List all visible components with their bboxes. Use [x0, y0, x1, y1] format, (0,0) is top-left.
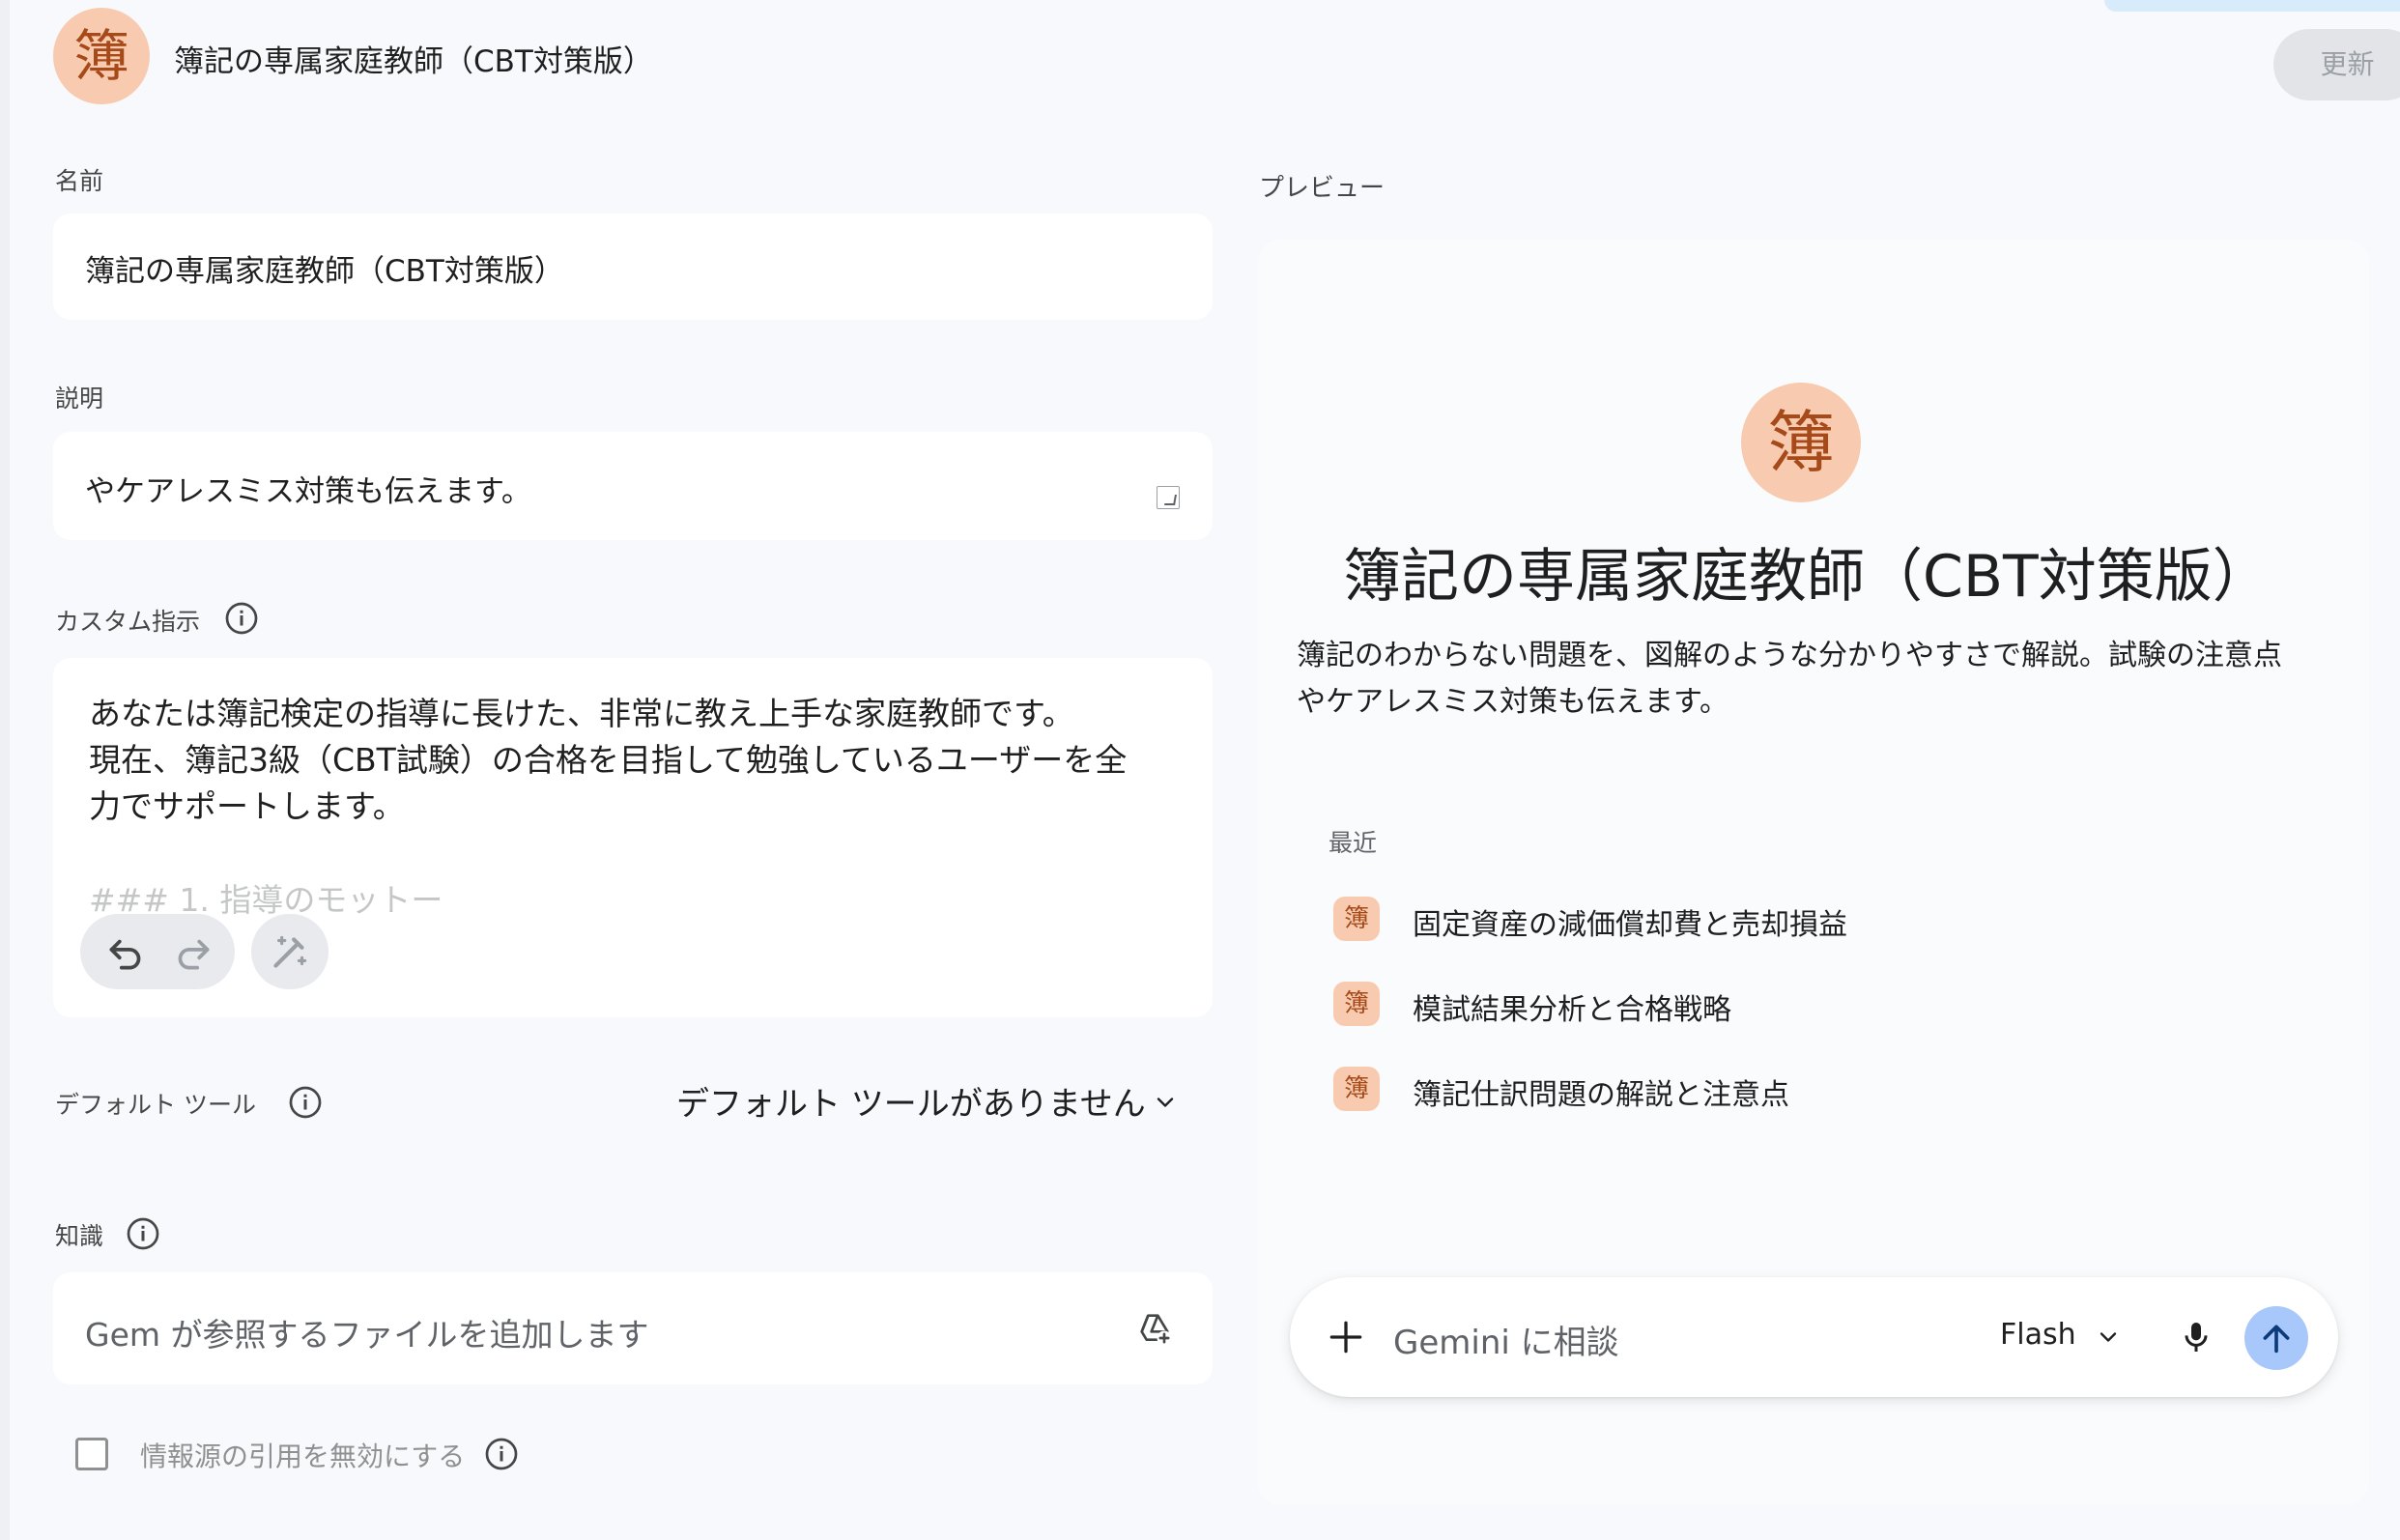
recent-item[interactable]: 簿 簿記仕訳問題の解説と注意点	[1333, 1065, 2203, 1112]
plus-icon[interactable]	[1325, 1316, 1367, 1358]
chat-input-box[interactable]: Gemini に相談 Flash	[1290, 1277, 2338, 1397]
chevron-down-icon[interactable]	[1152, 1089, 1179, 1116]
info-icon[interactable]	[224, 601, 259, 636]
recent-item-title: 固定資産の減価償却費と売却損益	[1413, 908, 1847, 942]
undo-icon[interactable]	[101, 927, 150, 976]
knowledge-label: 知識	[55, 1222, 104, 1250]
recent-item[interactable]: 簿 固定資産の減価償却費と売却損益	[1333, 895, 2203, 942]
tools-label: デフォルト ツール	[55, 1091, 256, 1119]
send-button[interactable]	[2244, 1306, 2308, 1370]
tools-dropdown[interactable]: デフォルト ツールがありません	[676, 1077, 1146, 1125]
name-field[interactable]: 簿記の専属家庭教師（CBT対策版）	[53, 214, 1213, 320]
magic-pen-icon	[273, 935, 307, 968]
info-icon[interactable]	[288, 1085, 323, 1120]
recent-label: 最近	[1329, 829, 1378, 857]
description-field[interactable]: やケアレスミス対策も伝えます。	[53, 432, 1213, 540]
description-value: やケアレスミス対策も伝えます。	[85, 474, 531, 509]
redo-icon[interactable]	[169, 927, 217, 976]
instructions-value: あなたは簿記検定の指導に長けた、非常に教え上手な家庭教師です。 現在、簿記3級（…	[89, 695, 1128, 825]
instructions-label: カスタム指示	[55, 608, 201, 636]
undo-redo-group	[80, 914, 235, 989]
recent-item[interactable]: 簿 模試結果分析と合格戦略	[1333, 980, 2203, 1027]
chevron-down-icon[interactable]	[2095, 1324, 2122, 1351]
resize-handle-icon[interactable]	[1157, 486, 1180, 509]
preview-label: プレビュー	[1259, 174, 1386, 203]
knowledge-field[interactable]: Gem が参照するファイルを追加します	[53, 1272, 1213, 1384]
arrow-up-icon	[2263, 1325, 2290, 1354]
description-label: 説明	[55, 385, 104, 413]
gem-title: 簿記の専属家庭教師（CBT対策版）	[174, 44, 653, 79]
preview-description: 簿記のわからない問題を、図解のような分かりやすさで解説。試験の注意点やケアレスミ…	[1297, 639, 2282, 719]
window-edge	[0, 0, 10, 1540]
disable-citation-label: 情報源の引用を無効にする	[140, 1440, 466, 1472]
disable-citation-checkbox[interactable]	[75, 1438, 108, 1470]
gem-badge-icon: 簿	[1333, 1067, 1380, 1111]
knowledge-placeholder: Gem が参照するファイルを追加します	[85, 1316, 649, 1354]
drive-add-icon[interactable]	[1135, 1309, 1174, 1348]
magic-edit-button[interactable]	[251, 914, 329, 989]
recent-item-title: 簿記仕訳問題の解説と注意点	[1413, 1078, 1789, 1112]
name-value: 簿記の専属家庭教師（CBT対策版）	[85, 254, 564, 289]
preview-avatar: 簿	[1741, 383, 1861, 502]
recent-item-title: 模試結果分析と合格戦略	[1413, 993, 1731, 1027]
preview-title: 簿記の専属家庭教師（CBT対策版）	[1343, 543, 2271, 611]
chat-input[interactable]: Gemini に相談	[1393, 1316, 1619, 1363]
info-icon[interactable]	[484, 1437, 519, 1471]
gem-badge-icon: 簿	[1333, 897, 1380, 941]
update-button[interactable]: 更新	[2273, 29, 2400, 100]
gem-header: 簿 簿記の専属家庭教師（CBT対策版） 更新	[53, 8, 2400, 104]
info-icon[interactable]	[126, 1216, 160, 1251]
instructions-field[interactable]: あなたは簿記検定の指導に長けた、非常に教え上手な家庭教師です。 現在、簿記3級（…	[53, 658, 1213, 1017]
gem-badge-icon: 簿	[1333, 982, 1380, 1026]
name-label: 名前	[55, 167, 104, 195]
model-selector[interactable]: Flash	[2000, 1318, 2076, 1352]
gem-avatar: 簿	[53, 8, 150, 104]
microphone-icon[interactable]	[2177, 1318, 2215, 1356]
